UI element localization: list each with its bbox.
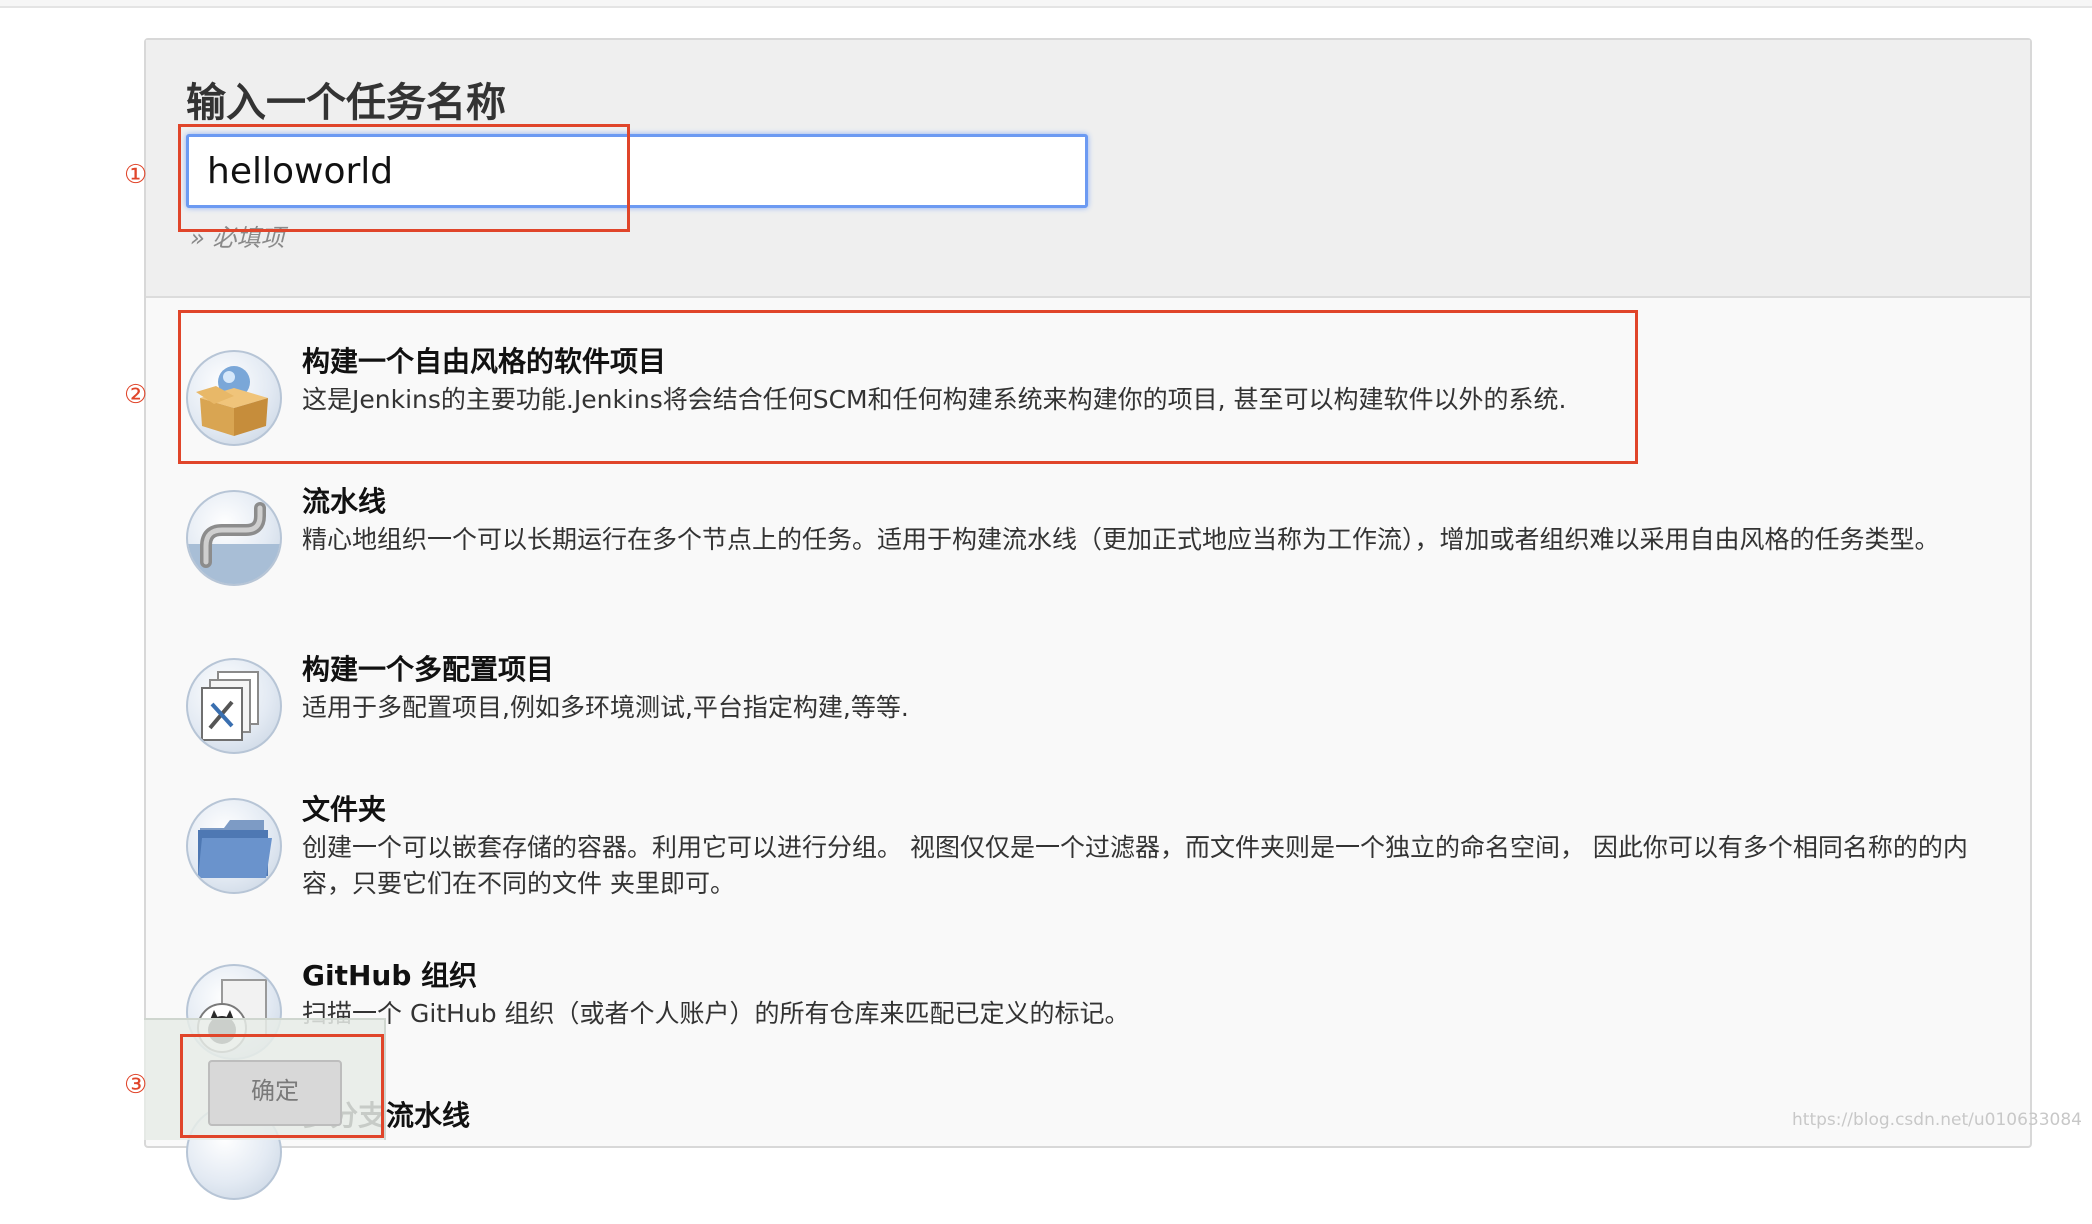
annotation-box-2 bbox=[178, 310, 1638, 464]
item-title: 文件夹 bbox=[302, 793, 387, 826]
watermark: https://blog.csdn.net/u010633084 bbox=[1792, 1110, 2082, 1130]
item-type-multibranch[interactable]: 多分支流水线 bbox=[186, 1094, 2006, 1224]
item-name-title: 输入一个任务名称 bbox=[186, 80, 506, 126]
annotation-number-1: ① bbox=[124, 160, 148, 190]
multi-config-icon bbox=[186, 658, 282, 754]
item-desc: 适用于多配置项目,例如多环境测试,平台指定构建,等等. bbox=[302, 693, 909, 722]
item-type-multi-config[interactable]: 构建一个多配置项目 适用于多配置项目,例如多环境测试,平台指定构建,等等. bbox=[186, 648, 2006, 778]
annotation-number-2: ② bbox=[124, 380, 148, 410]
item-title: GitHub 组织 bbox=[302, 959, 478, 992]
annotation-box-1 bbox=[178, 124, 630, 232]
folder-icon bbox=[186, 798, 282, 894]
item-type-folder[interactable]: 文件夹 创建一个可以嵌套存储的容器。利用它可以进行分组。 视图仅仅是一个过滤器，… bbox=[186, 788, 2006, 918]
item-title: 流水线 bbox=[302, 485, 387, 518]
item-type-github-org[interactable]: GitHub 组织 扫描一个 GitHub 组织（或者个人账户）的所有仓库来匹配… bbox=[186, 954, 2006, 1084]
top-rule bbox=[0, 0, 2092, 8]
item-desc: 创建一个可以嵌套存储的容器。利用它可以进行分组。 视图仅仅是一个过滤器，而文件夹… bbox=[302, 833, 1968, 898]
item-desc: 精心地组织一个可以长期运行在多个节点上的任务。适用于构建流水线（更加正式地应当称… bbox=[302, 525, 1940, 554]
annotation-number-3: ③ bbox=[124, 1070, 148, 1100]
item-desc: 扫描一个 GitHub 组织（或者个人账户）的所有仓库来匹配已定义的标记。 bbox=[302, 999, 1130, 1028]
pipeline-icon bbox=[186, 490, 282, 586]
item-type-pipeline[interactable]: 流水线 精心地组织一个可以长期运行在多个节点上的任务。适用于构建流水线（更加正式… bbox=[186, 480, 2006, 610]
annotation-box-3 bbox=[180, 1034, 384, 1138]
item-title: 构建一个多配置项目 bbox=[302, 653, 555, 686]
